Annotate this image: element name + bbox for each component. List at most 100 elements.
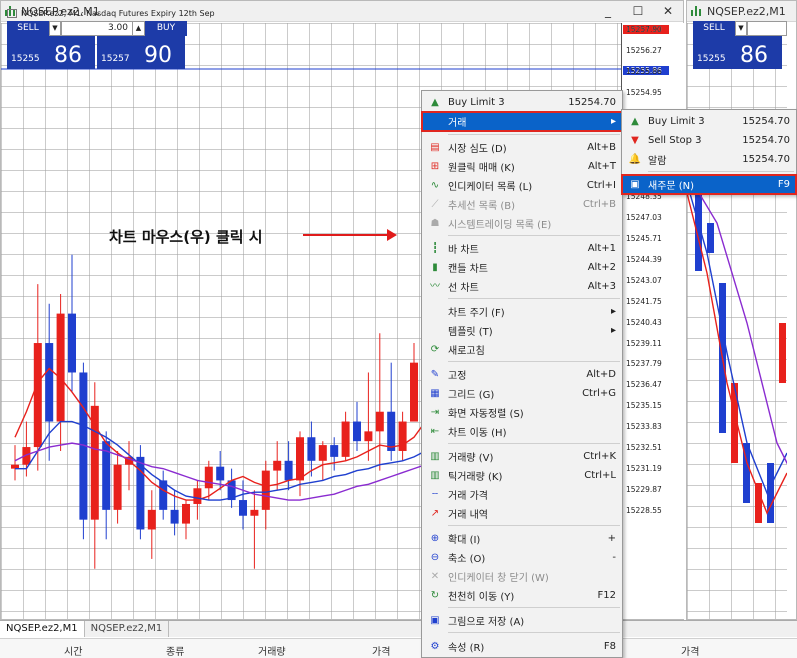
menu-item-buy-limit[interactable]: ▲ Buy Limit 3 15254.70 <box>622 112 796 131</box>
menu-item-buy-limit[interactable]: ▲ Buy Limit 3 15254.70 <box>422 93 622 112</box>
menu-item-shortcut: Alt+2 <box>587 262 616 273</box>
menu-item-market-depth[interactable]: ▤ 시장 심도 (D) Alt+B <box>422 138 622 157</box>
buy-button[interactable]: BUY <box>145 21 187 36</box>
minimize-button[interactable]: _ <box>593 4 623 18</box>
menu-item-trade-price[interactable]: ┄ 거래 가격 <box>422 485 622 504</box>
price-axis-tick: 15245.71 <box>626 234 662 243</box>
menu-item-label: 고정 <box>448 371 467 382</box>
chart-tab-bar: NQSEP.ez2,M1 NQSEP.ez2,M1 <box>0 620 797 637</box>
candle-body <box>410 362 418 422</box>
maximize-button[interactable]: ☐ <box>623 4 653 18</box>
market-depth-icon: ▤ <box>430 141 440 153</box>
menu-item-indicator-list[interactable]: ∿ 인디케이터 목록 (L) Ctrl+I <box>422 176 622 195</box>
one-click-trading-panel: SELL ▼ 3.00 ▲ BUY 15255 86 15257 90 <box>7 21 187 69</box>
menu-item-shortcut: 15254.70 <box>742 154 790 165</box>
menu-item-alarm[interactable]: 🔔 알람 15254.70 <box>622 150 796 169</box>
candle-body <box>147 509 156 530</box>
menu-item-one-click[interactable]: ⊞ 원클릭 매매 (K) Alt+T <box>422 157 622 176</box>
menu-item-zoom-in[interactable]: ⊕ 확대 (I) + <box>422 529 622 548</box>
menu-item-save-picture[interactable]: ▣ 그림으로 저장 (A) <box>422 611 622 630</box>
menu-item-label: 거래량 (V) <box>448 453 494 464</box>
candle-body <box>779 323 786 383</box>
price-axis-tick: 15256.27 <box>626 45 662 55</box>
menu-item-label: 차트 주기 (F) <box>448 308 505 319</box>
menu-item-chart-shift[interactable]: ⇤ 차트 이동 (H) <box>422 422 622 441</box>
menu-item-icon-placeholder <box>428 306 442 318</box>
sell-button[interactable]: SELL <box>7 21 49 36</box>
menu-item-shortcut: 15254.70 <box>742 116 790 127</box>
lot-dropdown-button-secondary[interactable]: ▼ <box>735 21 747 36</box>
menu-item-sell-stop[interactable]: ▼ Sell Stop 3 15254.70 <box>622 131 796 150</box>
menu-item-label: 바 차트 <box>448 245 479 256</box>
menu-item-shortcut: F12 <box>597 590 616 601</box>
lot-dropdown-button[interactable]: ▼ <box>49 21 61 36</box>
chart-tab-2[interactable]: NQSEP.ez2,M1 <box>85 621 170 637</box>
sell-price-big-secondary: 86 <box>740 43 768 68</box>
menu-item-submenu-1[interactable]: 거래 ▸ <box>421 111 623 132</box>
menu-item-trade-history[interactable]: ↗ 거래 내역 <box>422 504 622 523</box>
candle-body <box>296 437 304 481</box>
menu-item-submenu-11[interactable]: 템플릿 (T) ▸ <box>422 321 622 340</box>
close-indicator-icon: ✕ <box>430 570 440 582</box>
lot-up-button[interactable]: ▲ <box>133 21 145 36</box>
sell-stop-icon: ▼ <box>631 134 639 146</box>
menu-item-label: 거래 <box>448 118 467 129</box>
menu-item-zoom-out[interactable]: ⊖ 축소 (O) - <box>422 548 622 567</box>
chart-tab-1[interactable]: NQSEP.ez2,M1 <box>0 621 85 637</box>
menu-item-shortcut: Alt+T <box>587 161 616 172</box>
menu-item-line-chart[interactable]: 〰 선 차트 Alt+3 <box>422 277 622 296</box>
candle-body <box>204 466 213 489</box>
menu-item-refresh[interactable]: ⟳ 새로고침 <box>422 340 622 359</box>
menu-item-bar-chart[interactable]: ┇ 바 차트 Alt+1 <box>422 239 622 258</box>
candle-body <box>113 464 122 510</box>
menu-item-label: 축소 (O) <box>448 554 486 565</box>
column-header-price[interactable]: 가격 <box>372 643 390 658</box>
sell-button-secondary[interactable]: SELL <box>693 21 735 36</box>
column-header-price-2[interactable]: 가격 <box>681 643 699 658</box>
menu-item-shortcut: ▸ <box>610 116 616 127</box>
chart-context-menu: ▲ Buy Limit 3 15254.70 거래 ▸ ▤ 시장 심도 (D) Alt+B ⊞ 원… <box>421 90 623 658</box>
lot-input[interactable]: 3.00 <box>61 21 133 36</box>
menu-item-new-order[interactable]: ▣ 새주문 (N) F9 <box>621 174 797 195</box>
candle-body <box>90 405 99 520</box>
buy-price-button[interactable]: 15257 90 <box>97 36 185 69</box>
menu-item-shortcut: Alt+B <box>587 142 616 153</box>
menu-item-properties[interactable]: ⚙ 속성 (R) F8 <box>422 637 622 656</box>
menu-item-trendline-list[interactable]: ⟋ 추세선 목록 (B) Ctrl+B <box>422 195 622 214</box>
price-axis-tick: 15235.15 <box>626 401 662 411</box>
menu-item-autoscroll[interactable]: ⇥ 화면 자동정렬 (S) <box>422 403 622 422</box>
menu-separator <box>448 525 620 526</box>
price-axis-tick: 15237.79 <box>626 359 662 369</box>
menu-item-shortcut: Alt+1 <box>587 243 616 254</box>
sell-price-button[interactable]: 15255 86 <box>7 36 95 69</box>
menu-item-shortcut: ▸ <box>610 325 616 336</box>
candle-body <box>45 343 54 422</box>
menu-separator <box>448 361 620 362</box>
bar-chart-icon: ┇ <box>431 242 439 254</box>
menu-item-step[interactable]: ↻ 천천히 이동 (Y) F12 <box>422 586 622 605</box>
window-titlebar-secondary[interactable]: NQSEP.ez2,M1 <box>687 1 796 22</box>
price-axis-tick: 15231.19 <box>626 463 662 473</box>
menu-item-pin[interactable]: ✎ 고정 Alt+D <box>422 365 622 384</box>
chart-window-secondary[interactable]: NQSEP.ez2,M1 SELL ▼ 15255 86 <box>686 0 797 620</box>
menu-item-candle-chart[interactable]: ▮ 캔들 차트 Alt+2 <box>422 258 622 277</box>
candle-body <box>216 466 225 481</box>
menu-item-label: 선 차트 <box>448 283 479 294</box>
price-axis-tick: 15241.75 <box>626 296 662 306</box>
menu-item-label: Buy Limit 3 <box>648 116 705 127</box>
menu-item-close-indicator[interactable]: ✕ 인디케이터 창 닫기 (W) <box>422 567 622 586</box>
menu-item-label: 차트 이동 (H) <box>448 428 507 439</box>
window-title-secondary: NQSEP.ez2,M1 <box>707 4 786 18</box>
column-header-time[interactable]: 시간 <box>64 643 82 658</box>
menu-item-tick-volume[interactable]: ▥ 틱거래량 (K) Ctrl+L <box>422 466 622 485</box>
trendline-list-icon: ⟋ <box>431 198 439 210</box>
close-button[interactable]: ✕ <box>653 4 683 18</box>
column-header-volume[interactable]: 거래량 <box>258 643 286 658</box>
sell-price-button-secondary[interactable]: 15255 86 <box>693 36 782 69</box>
menu-item-submenu-10[interactable]: 차트 주기 (F) ▸ <box>422 302 622 321</box>
column-header-type[interactable]: 종류 <box>166 643 184 658</box>
menu-item-grid[interactable]: ▦ 그리드 (G) Ctrl+G <box>422 384 622 403</box>
menu-item-volume[interactable]: ▥ 거래량 (V) Ctrl+K <box>422 447 622 466</box>
menu-item-expert-list[interactable]: ☗ 시스템트레이딩 목록 (E) <box>422 214 622 233</box>
lot-input-secondary[interactable] <box>747 21 787 36</box>
